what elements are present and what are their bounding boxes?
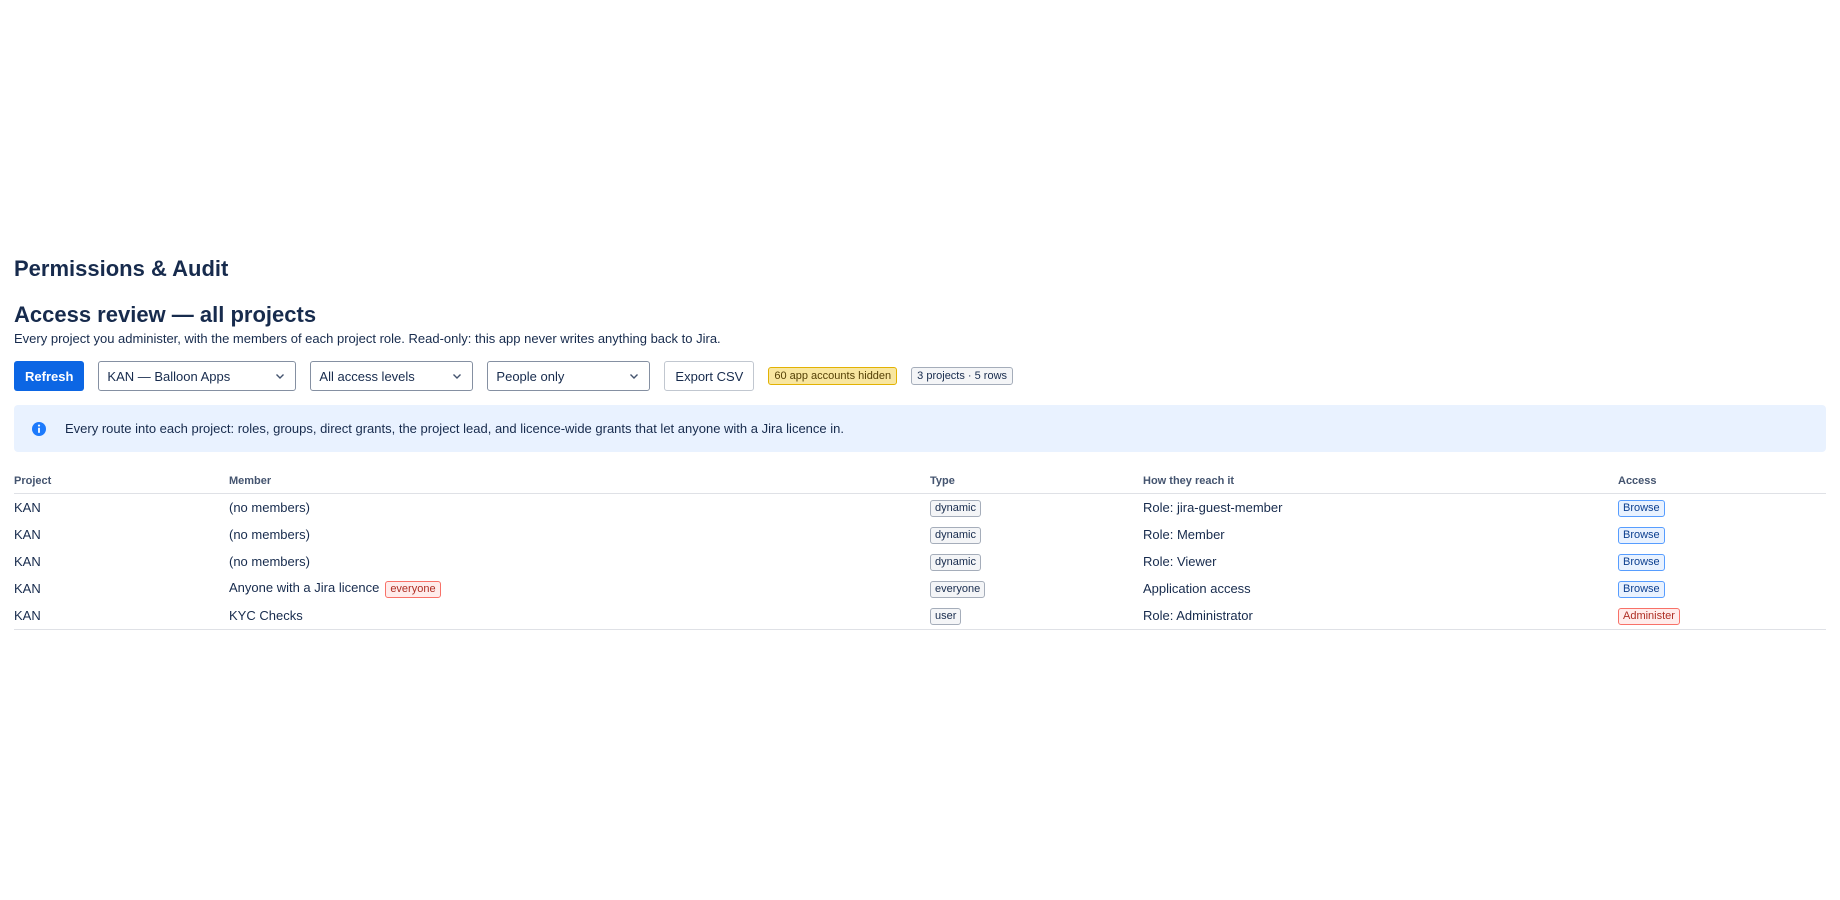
project-select-value: KAN — Balloon Apps	[107, 368, 231, 384]
export-csv-button[interactable]: Export CSV	[664, 361, 755, 391]
cell-how: Role: jira-guest-member	[1143, 500, 1283, 515]
access-tag: Browse	[1618, 499, 1665, 517]
chevron-down-icon	[274, 370, 286, 382]
cell-project: KAN	[14, 581, 41, 596]
cell-type: dynamic	[930, 494, 1143, 522]
cell-access: Browse	[1618, 521, 1826, 548]
cell-how: Role: Viewer	[1143, 554, 1217, 569]
cell-how: Role: Administrator	[1143, 602, 1618, 630]
type-tag: dynamic	[930, 553, 981, 571]
cell-member: (no members)	[229, 521, 930, 548]
cell-access: Browse	[1618, 494, 1826, 522]
project-select[interactable]: KAN — Balloon Apps	[98, 361, 297, 391]
cell-member: KYC Checks	[229, 602, 930, 630]
table-row: KAN (no members) dynamic Role: jira-gues…	[14, 494, 1826, 522]
chevron-down-icon	[451, 370, 463, 382]
info-icon	[31, 421, 47, 437]
column-header-project: Project	[14, 469, 229, 494]
cell-member: (no members)	[229, 548, 930, 575]
cell-project: KAN	[14, 500, 41, 515]
people-filter-select-value: People only	[496, 368, 565, 384]
access-tag: Browse	[1618, 553, 1665, 571]
cell-type: everyone	[930, 575, 1143, 602]
cell-how: Role: Member	[1143, 527, 1225, 542]
cell-how: Application access	[1143, 581, 1251, 596]
chevron-down-icon	[628, 370, 640, 382]
member-name: (no members)	[229, 527, 310, 542]
cell-type: user	[930, 602, 1143, 630]
cell-project: KAN	[14, 527, 41, 542]
access-tag: Browse	[1618, 580, 1665, 598]
cell-member: (no members)	[229, 494, 930, 522]
everyone-tag: everyone	[385, 580, 441, 598]
table-row: KAN Anyone with a Jira licence everyone e…	[14, 575, 1826, 602]
people-filter-select[interactable]: People only	[487, 361, 651, 391]
cell-member: Anyone with a Jira licence everyone	[229, 575, 930, 602]
access-tag: Administer	[1618, 607, 1680, 625]
cell-access: Browse	[1618, 548, 1826, 575]
column-header-type: Type	[930, 469, 1143, 494]
table-row: KAN (no members) dynamic Role: Viewer Br…	[14, 548, 1826, 575]
info-banner: Every route into each project: roles, gr…	[14, 405, 1826, 452]
type-tag: dynamic	[930, 499, 981, 517]
section-title: Access review — all projects	[14, 302, 317, 327]
column-header-how: How they reach it	[1143, 469, 1618, 494]
table-header-row: Project Member Type How they reach it Ac…	[14, 469, 1826, 494]
table-row: KAN KYC Checks user Role: Administrator …	[14, 602, 1826, 630]
type-tag: user	[930, 607, 962, 625]
section-subtitle: Every project you administer, with the m…	[14, 331, 721, 346]
app-title: Permissions & Audit	[14, 256, 229, 281]
refresh-button[interactable]: Refresh	[14, 361, 85, 391]
cell-project: KAN	[14, 554, 41, 569]
cell-access: Administer	[1618, 602, 1826, 630]
cell-type: dynamic	[930, 548, 1143, 575]
member-name: Anyone with a Jira licence	[229, 579, 380, 595]
member-name: (no members)	[229, 500, 310, 515]
member-name: KYC Checks	[229, 608, 303, 623]
cell-type: dynamic	[930, 521, 1143, 548]
cell-access: Browse	[1618, 575, 1826, 602]
type-tag: dynamic	[930, 526, 981, 544]
info-banner-text: Every route into each project: roles, gr…	[65, 421, 844, 436]
member-name: (no members)	[229, 554, 310, 569]
access-level-select[interactable]: All access levels	[310, 361, 474, 391]
column-header-member: Member	[229, 469, 930, 494]
toolbar: Refresh KAN — Balloon Apps All access le…	[14, 361, 1014, 391]
type-tag: everyone	[930, 580, 986, 598]
cell-project: KAN	[14, 602, 229, 630]
access-table: Project Member Type How they reach it Ac…	[14, 469, 1826, 630]
access-level-select-value: All access levels	[319, 368, 415, 384]
hidden-accounts-badge: 60 app accounts hidden	[768, 367, 898, 385]
table-row: KAN (no members) dynamic Role: Member Br…	[14, 521, 1826, 548]
column-header-access: Access	[1618, 469, 1826, 494]
access-tag: Browse	[1618, 526, 1665, 544]
row-count-badge: 3 projects · 5 rows	[911, 367, 1014, 385]
